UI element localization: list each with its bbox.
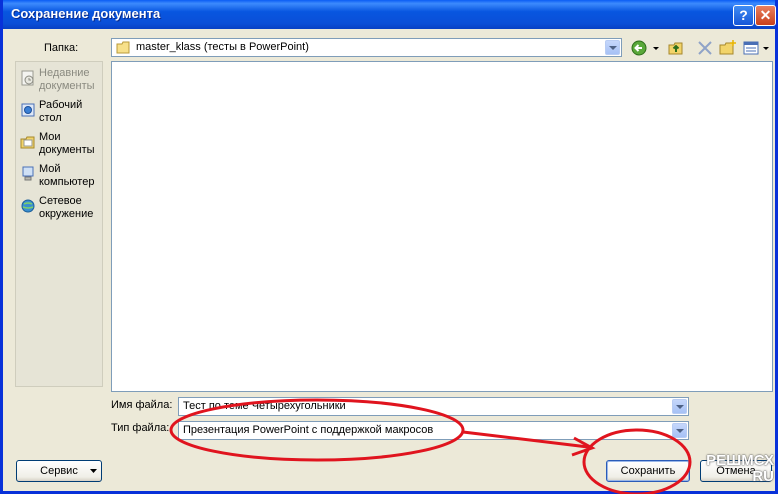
folder-combo[interactable]: master_klass (тесты в PowerPoint) [111,38,622,57]
file-list-area[interactable] [111,61,773,392]
views-icon[interactable] [743,40,761,56]
recent-docs-icon [21,70,34,86]
filetype-label: Тип файла: [111,422,170,434]
place-label: Недавние документы [39,67,95,92]
folder-value: master_klass (тесты в PowerPoint) [136,41,309,53]
my-computer-icon [22,166,34,181]
place-network[interactable]: Сетевое окружение [18,194,102,224]
filename-label: Имя файла: [111,399,173,411]
service-dropdown-icon [90,469,97,473]
watermark-line1: РЕШМСХ [706,452,774,469]
save-button-label: Сохранить [620,465,676,477]
window-title: Сохранение документа [11,6,161,21]
place-my-documents[interactable]: Мои документы [18,130,102,160]
filetype-select[interactable]: Презентация PowerPoint с поддержкой макр… [178,421,689,440]
place-my-computer[interactable]: Мой компьютер [18,162,102,192]
up-folder-icon[interactable] [667,40,685,56]
service-button[interactable]: Сервис [16,460,102,482]
new-folder-icon[interactable] [719,40,737,56]
network-icon [21,199,35,213]
back-dropdown-icon[interactable] [651,40,661,56]
place-label: Мои документы [39,131,95,156]
save-dialog: Сохранение документа ? ✕ Папка: master_k… [0,0,778,494]
title-bar[interactable]: Сохранение документа ? ✕ [3,0,776,29]
filetype-value: Презентация PowerPoint с поддержкой макр… [183,424,434,436]
folder-label: Папка: [44,42,79,54]
back-icon[interactable] [631,40,649,56]
place-label: Сетевое окружение [39,195,94,220]
close-button[interactable]: ✕ [755,5,776,26]
delete-icon[interactable] [696,40,714,56]
folder-icon [116,41,130,54]
folder-dropdown-arrow[interactable] [605,40,620,55]
watermark-line2: RU [752,468,774,485]
views-dropdown-icon[interactable] [761,40,771,56]
filename-value: Тест по теме Четырехугольники [183,400,346,412]
my-documents-icon [20,136,35,149]
watermark: РЕШМСХ RU [690,453,774,485]
save-button[interactable]: Сохранить [606,460,690,482]
filetype-dropdown-arrow[interactable] [672,423,687,438]
places-bar: Недавние документы Рабочий стол Мои доку… [15,61,103,387]
filename-dropdown-arrow[interactable] [672,399,687,414]
place-label: Мой компьютер [39,163,95,188]
place-label: Рабочий стол [39,99,83,124]
place-recent-documents[interactable]: Недавние документы [18,66,102,96]
place-desktop[interactable]: Рабочий стол [18,98,102,128]
service-button-label: Сервис [40,465,78,477]
desktop-icon [21,103,35,117]
filename-input[interactable]: Тест по теме Четырехугольники [178,397,689,416]
help-button[interactable]: ? [733,5,754,26]
